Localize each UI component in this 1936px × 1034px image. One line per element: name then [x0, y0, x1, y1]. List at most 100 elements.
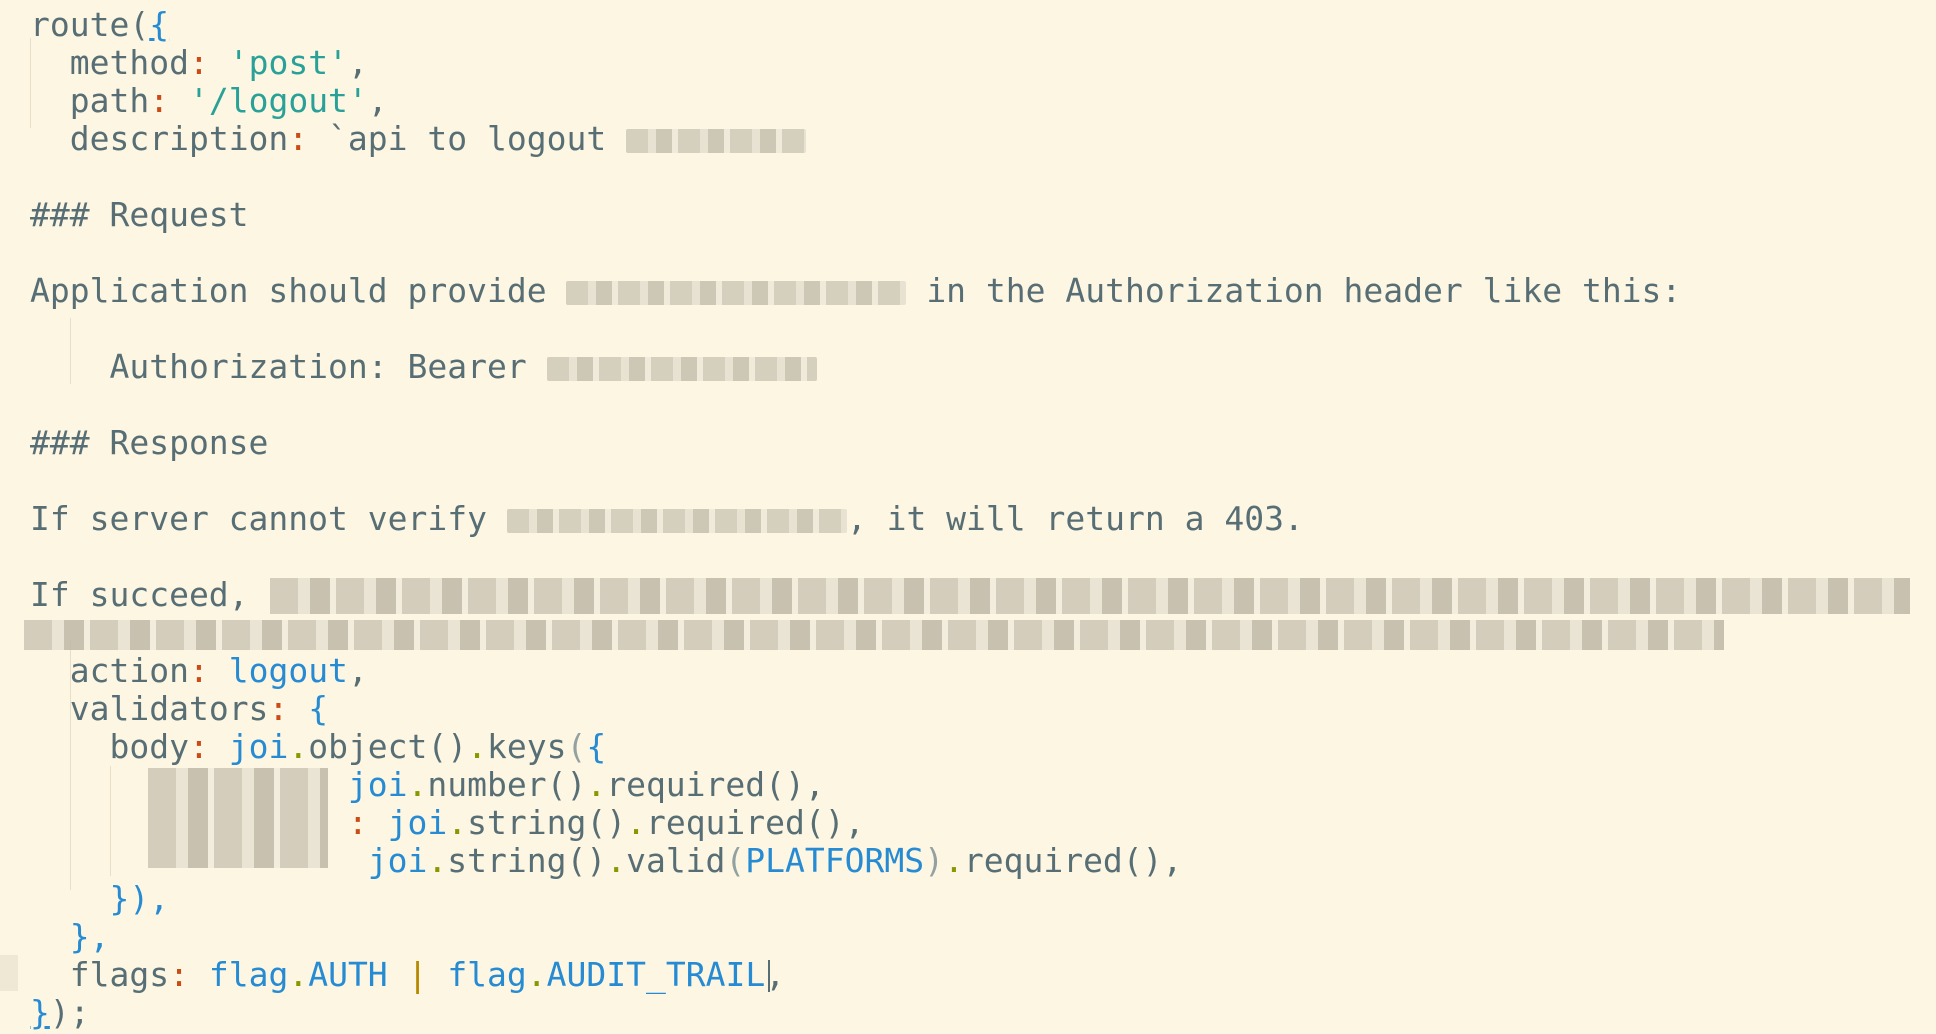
- redacted-block: [24, 620, 1724, 650]
- comma: ,: [347, 43, 368, 82]
- method-call: string(): [447, 841, 607, 880]
- doc-text: If succeed,: [30, 575, 249, 614]
- close-brace: },: [69, 917, 110, 956]
- comma: ,: [804, 765, 825, 804]
- colon: :: [188, 651, 209, 690]
- identifier: joi: [387, 803, 448, 842]
- paren: ): [924, 841, 944, 880]
- text-cursor: [768, 960, 770, 992]
- colon: :: [149, 81, 170, 120]
- method-name: keys: [487, 727, 567, 766]
- method-call: object(): [308, 727, 468, 766]
- prop-key: flags: [69, 955, 170, 994]
- redacted-text: [506, 508, 847, 533]
- colon: :: [288, 119, 309, 158]
- dot: .: [427, 841, 448, 880]
- code-line: body: joi.object().keys({: [0, 728, 606, 766]
- route-call: route(: [30, 5, 150, 44]
- redacted-block: [148, 768, 328, 868]
- markdown-heading: ### Response: [30, 423, 269, 462]
- close-brace: }: [30, 993, 50, 1032]
- identifier: logout: [228, 651, 348, 690]
- code-line: ### Request: [0, 196, 249, 234]
- code-line: If succeed,: [0, 576, 249, 614]
- code-line: validators: {: [0, 690, 328, 728]
- constant: AUDIT_TRAIL: [546, 955, 766, 994]
- method-call: required(): [645, 803, 845, 842]
- code-line: joi.number().required(),: [0, 766, 825, 804]
- identifier: joi: [367, 841, 428, 880]
- doc-text: in the Authorization header like this:: [926, 271, 1682, 310]
- paren: (: [566, 727, 587, 766]
- open-brace: {: [149, 5, 170, 44]
- dot: .: [526, 955, 547, 994]
- comma: ,: [844, 803, 865, 842]
- redacted-text: [626, 128, 807, 153]
- method-call: number(): [427, 765, 587, 804]
- identifier: flag: [208, 955, 289, 994]
- doc-text: Application should provide: [30, 271, 547, 310]
- code-line: description: `api to logout: [0, 119, 807, 158]
- doc-text: , it will return a 403.: [846, 499, 1304, 538]
- markdown-heading: ### Request: [30, 195, 249, 234]
- method-call: required(): [963, 841, 1163, 880]
- paren: (: [725, 841, 746, 880]
- code-line: : joi.string().required(),: [0, 804, 865, 842]
- prop-key: description: [69, 119, 289, 158]
- code-line: path: '/logout',: [0, 82, 388, 120]
- method-call: required(): [606, 765, 805, 804]
- code-editor[interactable]: route({ method: 'post', path: '/logout',…: [0, 0, 1936, 1034]
- dot: .: [407, 765, 428, 804]
- doc-code-text: Authorization: Bearer: [109, 347, 527, 386]
- statement-end: );: [49, 993, 90, 1032]
- redacted-text: [546, 356, 817, 381]
- colon: :: [347, 803, 368, 842]
- pipe-operator: |: [407, 955, 428, 994]
- identifier: flag: [447, 955, 527, 994]
- dot: .: [467, 727, 488, 766]
- prop-key: method: [69, 43, 189, 82]
- prop-key: action: [69, 651, 189, 690]
- prop-key: validators: [69, 689, 269, 728]
- identifier: joi: [347, 765, 408, 804]
- redacted-text: [566, 280, 907, 305]
- close-brackets: }),: [109, 879, 170, 918]
- method-name: valid: [626, 841, 726, 880]
- code-line: flags: flag.AUTH | flag.AUDIT_TRAIL,: [0, 956, 785, 994]
- dot: .: [626, 803, 646, 842]
- code-line: Application should provide in the Author…: [0, 272, 1681, 310]
- open-brace: {: [586, 727, 607, 766]
- dot: .: [943, 841, 964, 880]
- method-call: string(): [467, 803, 627, 842]
- dot: .: [288, 955, 309, 994]
- comma: ,: [1162, 841, 1183, 880]
- colon: :: [188, 727, 209, 766]
- constant: PLATFORMS: [745, 841, 925, 880]
- code-line: action: logout,: [0, 652, 368, 690]
- dot: .: [447, 803, 468, 842]
- colon: :: [169, 955, 189, 994]
- string-value: '/logout': [188, 81, 368, 120]
- doc-text: If server cannot verify: [30, 499, 487, 538]
- redacted-block: [270, 578, 1910, 614]
- code-line: }),: [0, 880, 169, 918]
- comma: ,: [347, 651, 368, 690]
- dot: .: [586, 765, 607, 804]
- prop-key: path: [69, 81, 150, 120]
- description-text: `api to logout: [328, 119, 607, 158]
- code-line: If server cannot verify , it will return…: [0, 500, 1304, 538]
- string-value: 'post': [228, 43, 348, 82]
- open-brace: {: [308, 689, 329, 728]
- dot: .: [606, 841, 627, 880]
- code-line: });: [0, 994, 90, 1032]
- colon: :: [188, 43, 209, 82]
- code-line: route({: [0, 6, 169, 44]
- colon: :: [268, 689, 289, 728]
- code-line: method: 'post',: [0, 44, 368, 82]
- code-line: },: [0, 918, 110, 956]
- constant: AUTH: [308, 955, 388, 994]
- dot: .: [288, 727, 309, 766]
- code-line: Authorization: Bearer: [0, 348, 817, 386]
- identifier: joi: [228, 727, 289, 766]
- code-line: ### Response: [0, 424, 268, 462]
